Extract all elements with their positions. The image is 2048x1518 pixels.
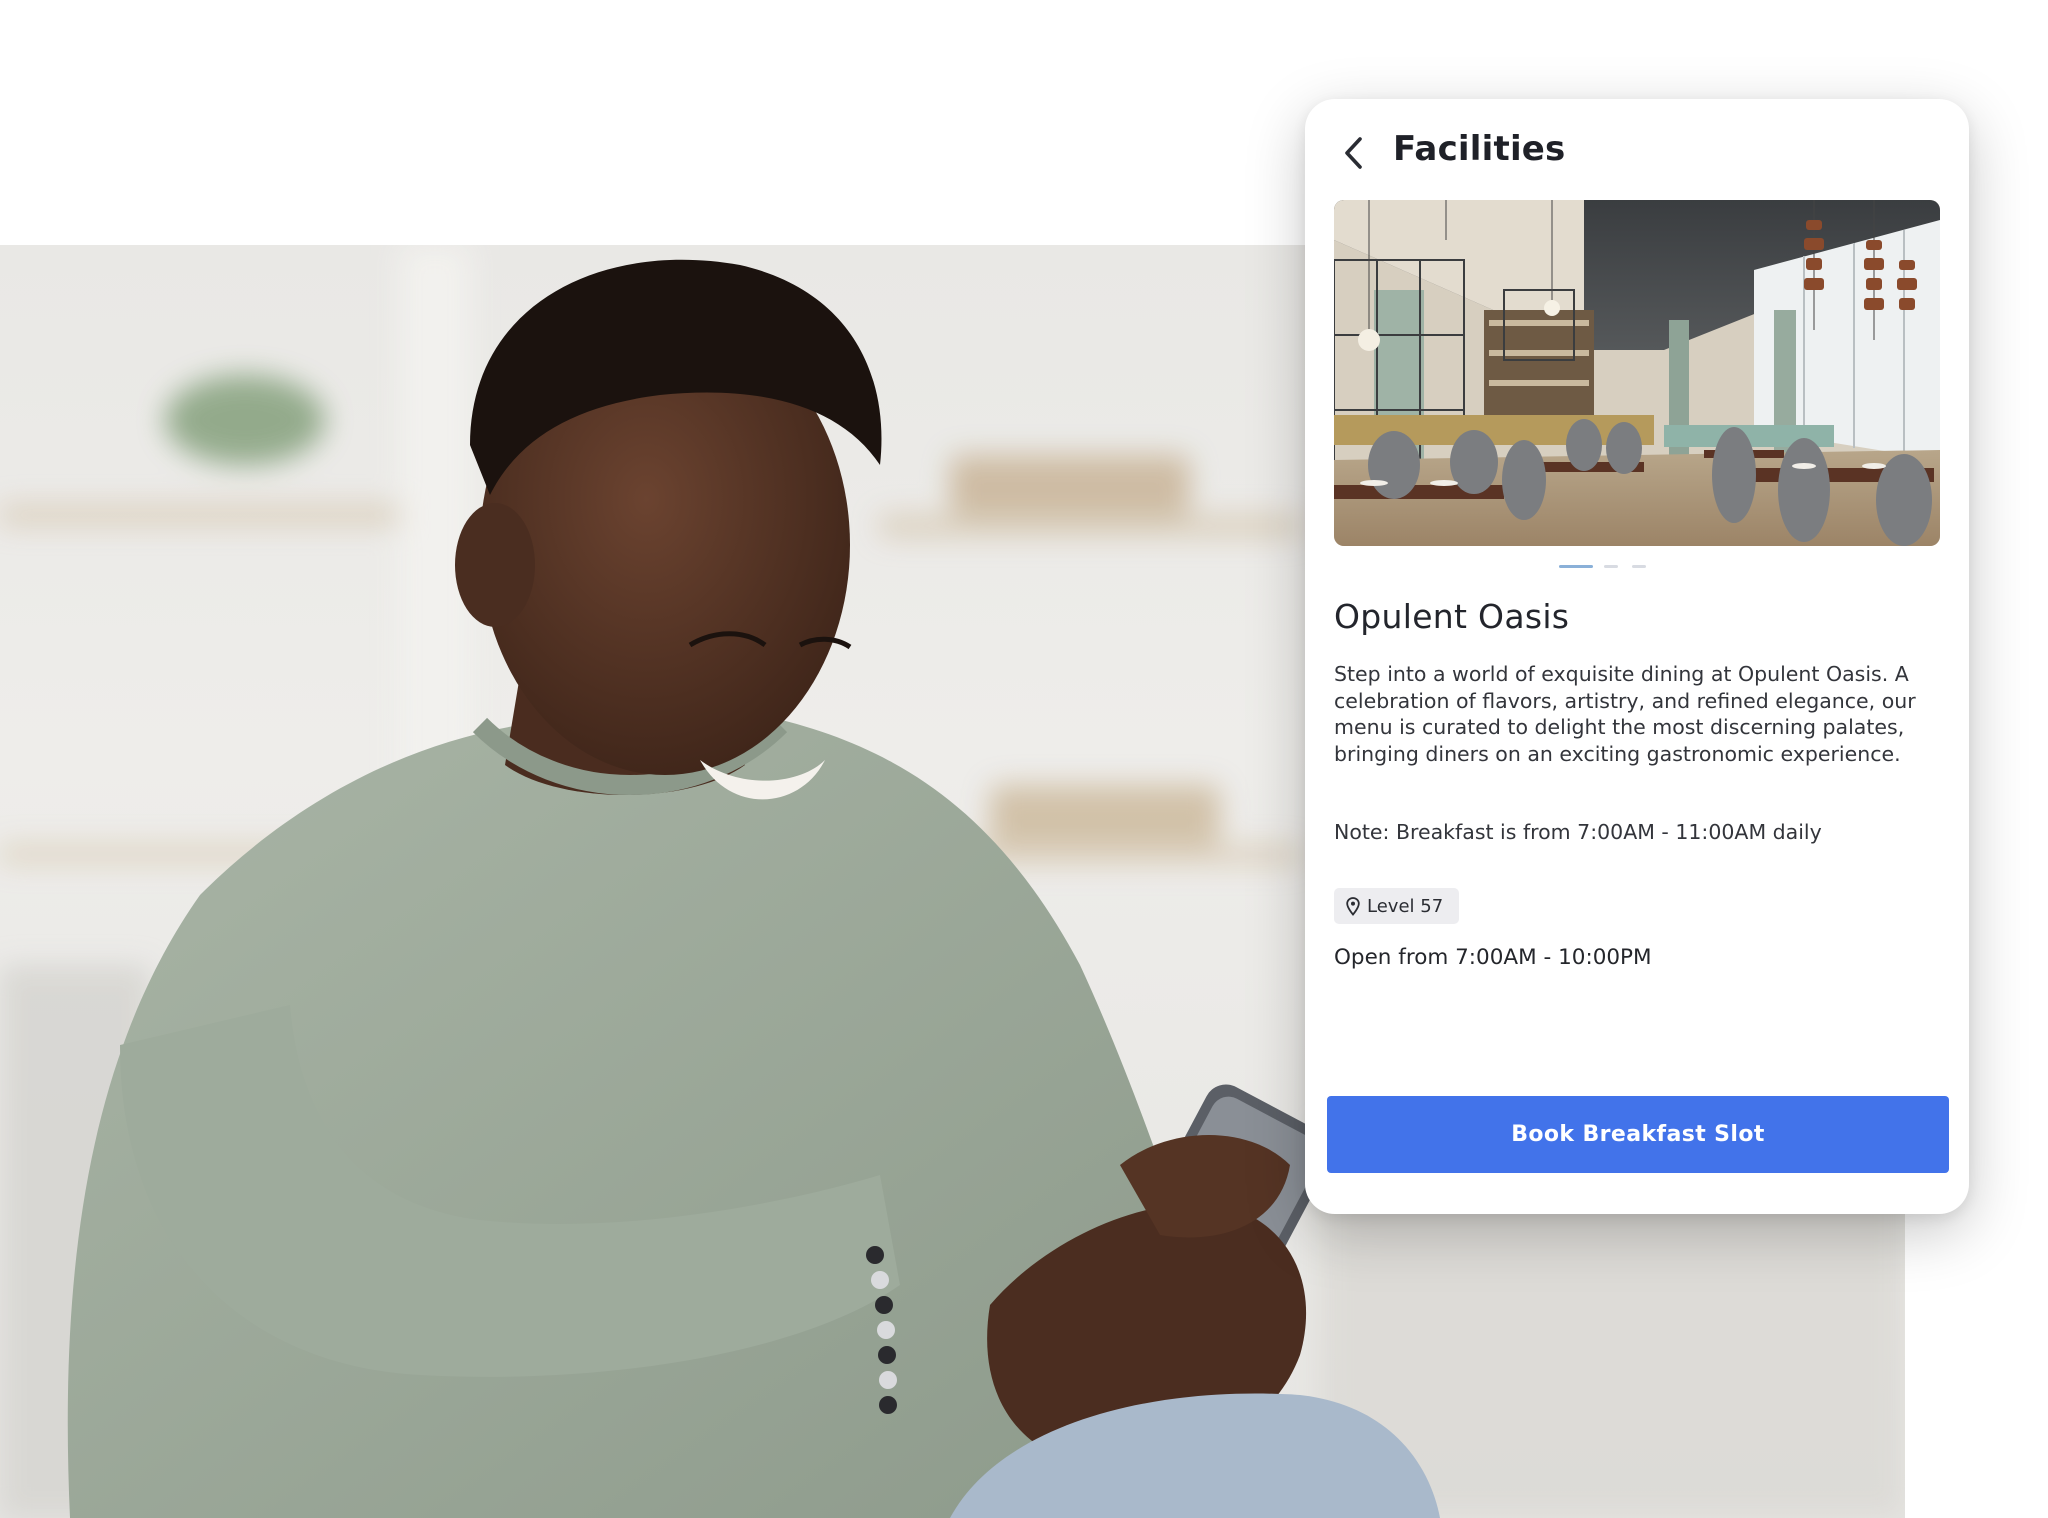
opening-hours: Open from 7:00AM - 10:00PM [1334,945,1652,970]
carousel-pagination [1305,565,1969,571]
map-pin-icon [1346,896,1360,916]
back-button[interactable] [1329,127,1381,179]
book-breakfast-slot-button[interactable]: Book Breakfast Slot [1327,1096,1949,1173]
location-label: Level 57 [1367,895,1444,917]
location-badge: Level 57 [1334,888,1460,924]
breakfast-note: Note: Breakfast is from 7:00AM - 11:00AM… [1334,820,1822,844]
restaurant-interior-photo [1334,200,1940,546]
marketing-hero: Facilities Opulent Oasis Step into a wor… [0,0,2048,1518]
carousel-dot-2[interactable] [1604,565,1618,568]
app-header: Facilities [1305,99,1969,203]
facility-name: Opulent Oasis [1334,597,1570,636]
chevron-left-icon [1345,137,1362,169]
facility-image-carousel[interactable] [1334,200,1940,546]
carousel-dot-1[interactable] [1559,565,1593,568]
facility-detail-card: Facilities Opulent Oasis Step into a wor… [1305,99,1969,1214]
carousel-dot-3[interactable] [1632,565,1646,568]
page-title: Facilities [1393,129,1566,169]
book-button-label: Book Breakfast Slot [1511,1122,1765,1147]
facility-description: Step into a world of exquisite dining at… [1334,662,1916,766]
